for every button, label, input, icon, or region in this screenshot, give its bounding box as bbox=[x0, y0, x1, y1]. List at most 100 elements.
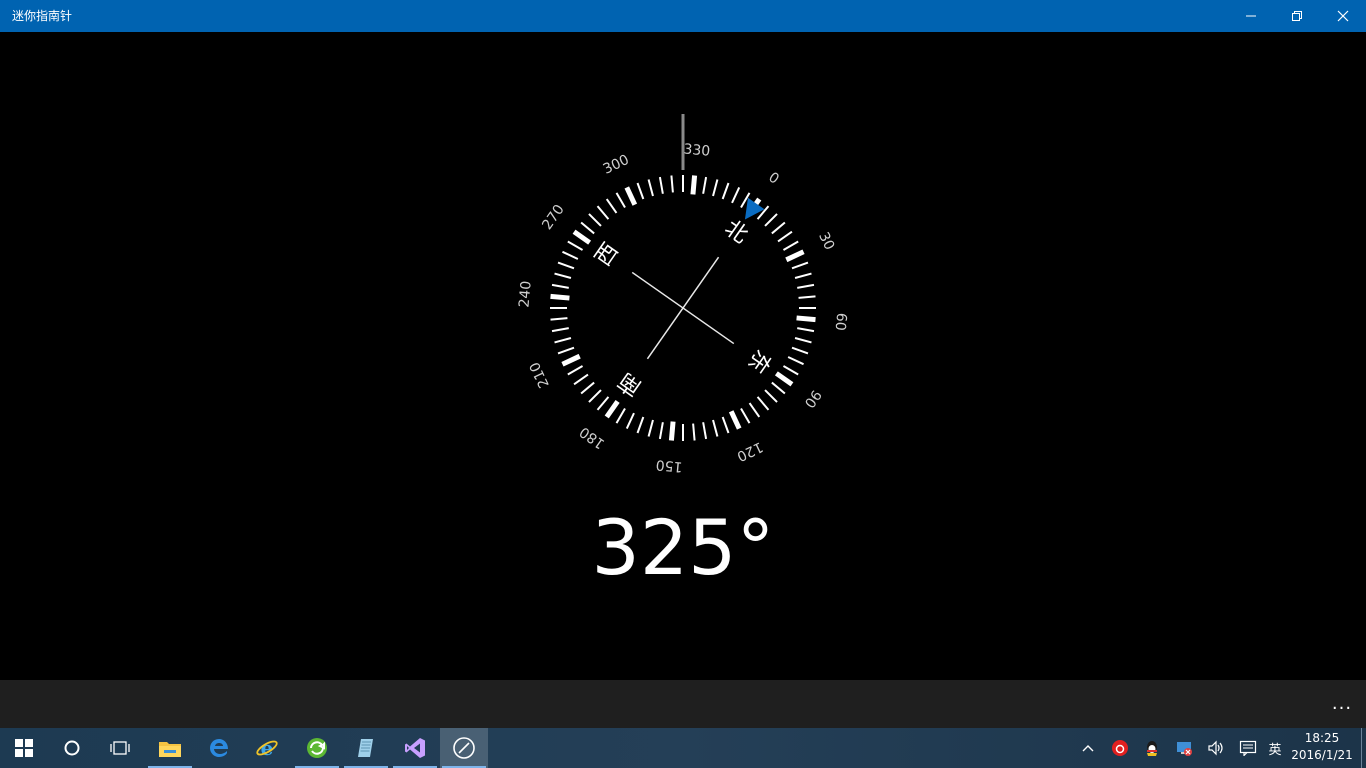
dial-degree-label: 90 bbox=[801, 387, 824, 411]
more-options-button[interactable]: ... bbox=[1324, 688, 1360, 720]
volume-tray[interactable] bbox=[1204, 728, 1228, 768]
browser-icon bbox=[307, 738, 327, 758]
browser-button[interactable] bbox=[293, 728, 341, 768]
dial-tick bbox=[712, 179, 719, 197]
internet-explorer-button[interactable]: e bbox=[243, 728, 291, 768]
qq-penguin-icon bbox=[1147, 741, 1157, 756]
notifications-icon bbox=[1239, 740, 1257, 756]
dial-tick bbox=[796, 315, 816, 323]
compass-app-icon bbox=[453, 737, 475, 759]
dial-tick bbox=[748, 402, 761, 418]
dial-degree-label: 240 bbox=[516, 280, 534, 308]
dial-tick bbox=[764, 389, 778, 403]
minimize-button[interactable] bbox=[1228, 0, 1274, 32]
title-bar: 迷你指南针 bbox=[0, 0, 1366, 32]
dial-tick bbox=[580, 381, 595, 395]
dial-tick bbox=[573, 373, 589, 386]
dial-tick bbox=[596, 396, 610, 411]
windows-logo-icon bbox=[15, 739, 33, 757]
dial-tick bbox=[791, 346, 809, 355]
heading-readout: 325° bbox=[591, 503, 775, 592]
network-alert-icon bbox=[1177, 742, 1192, 756]
task-view-button[interactable] bbox=[96, 728, 144, 768]
dial-tick bbox=[588, 213, 602, 227]
internet-explorer-icon: e bbox=[256, 736, 278, 760]
dial-tick bbox=[554, 337, 572, 344]
dial-tick bbox=[550, 293, 570, 301]
restore-button[interactable] bbox=[1274, 0, 1320, 32]
dial-degree-label: 120 bbox=[734, 438, 765, 464]
dial-tick bbox=[670, 175, 674, 193]
dial-tick bbox=[740, 407, 751, 424]
compass-app-button[interactable] bbox=[440, 728, 488, 768]
dial-tick bbox=[794, 272, 812, 279]
edge-button[interactable] bbox=[195, 728, 243, 768]
clock[interactable]: 18:25 2016/1/21 bbox=[1286, 730, 1358, 766]
north-marker-icon bbox=[744, 197, 765, 220]
netease-music-tray[interactable] bbox=[1108, 728, 1132, 768]
dial-tick bbox=[692, 423, 696, 441]
dial-tick bbox=[771, 221, 786, 235]
dial-tick bbox=[797, 283, 815, 289]
edge-icon bbox=[210, 739, 228, 757]
network-tray[interactable] bbox=[1172, 728, 1196, 768]
close-button[interactable] bbox=[1320, 0, 1366, 32]
dial-tick bbox=[791, 261, 809, 270]
dial-tick bbox=[625, 412, 635, 429]
dial-tick bbox=[572, 229, 592, 245]
input-method-indicator[interactable]: 英 bbox=[1264, 728, 1286, 768]
dial-tick bbox=[615, 192, 626, 209]
restore-icon bbox=[1292, 11, 1302, 21]
file-explorer-button[interactable] bbox=[146, 728, 194, 768]
dial-tick bbox=[777, 230, 793, 243]
show-hidden-icons-button[interactable] bbox=[1078, 728, 1098, 768]
dial-tick bbox=[668, 421, 676, 441]
dial-degree-label: 270 bbox=[539, 202, 567, 233]
chevron-up-icon bbox=[1082, 745, 1094, 752]
dial-tick bbox=[756, 396, 770, 411]
file-explorer-icon bbox=[159, 742, 181, 757]
task-view-icon bbox=[110, 741, 130, 755]
visual-studio-button[interactable] bbox=[391, 728, 439, 768]
dial-degree-label: 0 bbox=[765, 169, 781, 187]
start-button[interactable] bbox=[0, 728, 48, 768]
notepad-button[interactable] bbox=[342, 728, 390, 768]
svg-text:e: e bbox=[261, 736, 274, 760]
dial-tick bbox=[658, 176, 664, 194]
cortana-button[interactable] bbox=[48, 728, 96, 768]
dial-degree-label: 180 bbox=[577, 423, 608, 451]
cardinal-south: 南 bbox=[614, 367, 646, 400]
dial-tick bbox=[728, 410, 742, 430]
dial-tick bbox=[782, 365, 799, 376]
dial-tick bbox=[624, 186, 638, 206]
dial-tick bbox=[797, 327, 815, 333]
show-desktop-button[interactable] bbox=[1361, 728, 1366, 768]
qq-tray[interactable] bbox=[1140, 728, 1164, 768]
dial-tick bbox=[554, 272, 572, 279]
dial-tick bbox=[596, 205, 610, 220]
dial-tick bbox=[588, 389, 602, 403]
dial-tick bbox=[647, 179, 654, 197]
notepad-icon bbox=[358, 739, 373, 757]
dial-degree-label: 300 bbox=[601, 152, 632, 178]
dial-tick bbox=[771, 381, 786, 395]
clock-date: 2016/1/21 bbox=[1291, 748, 1353, 762]
dial-tick bbox=[774, 371, 794, 387]
dial-tick bbox=[557, 346, 575, 355]
minimize-icon bbox=[1246, 15, 1256, 17]
dial-tick bbox=[561, 353, 581, 367]
speaker-icon bbox=[1208, 740, 1223, 756]
window-title: 迷你指南针 bbox=[12, 9, 73, 23]
dial-tick bbox=[785, 249, 805, 263]
dial-tick bbox=[604, 399, 620, 419]
dial-tick bbox=[798, 295, 816, 299]
dial-tick bbox=[551, 327, 569, 333]
dial-tick bbox=[658, 422, 664, 440]
dial-tick bbox=[787, 356, 804, 366]
visual-studio-icon bbox=[405, 738, 425, 758]
cardinal-north: 北 bbox=[720, 216, 752, 249]
dial-tick bbox=[647, 419, 654, 437]
action-center-tray[interactable] bbox=[1236, 728, 1260, 768]
dial-tick bbox=[721, 182, 730, 200]
dial-tick bbox=[636, 182, 645, 200]
